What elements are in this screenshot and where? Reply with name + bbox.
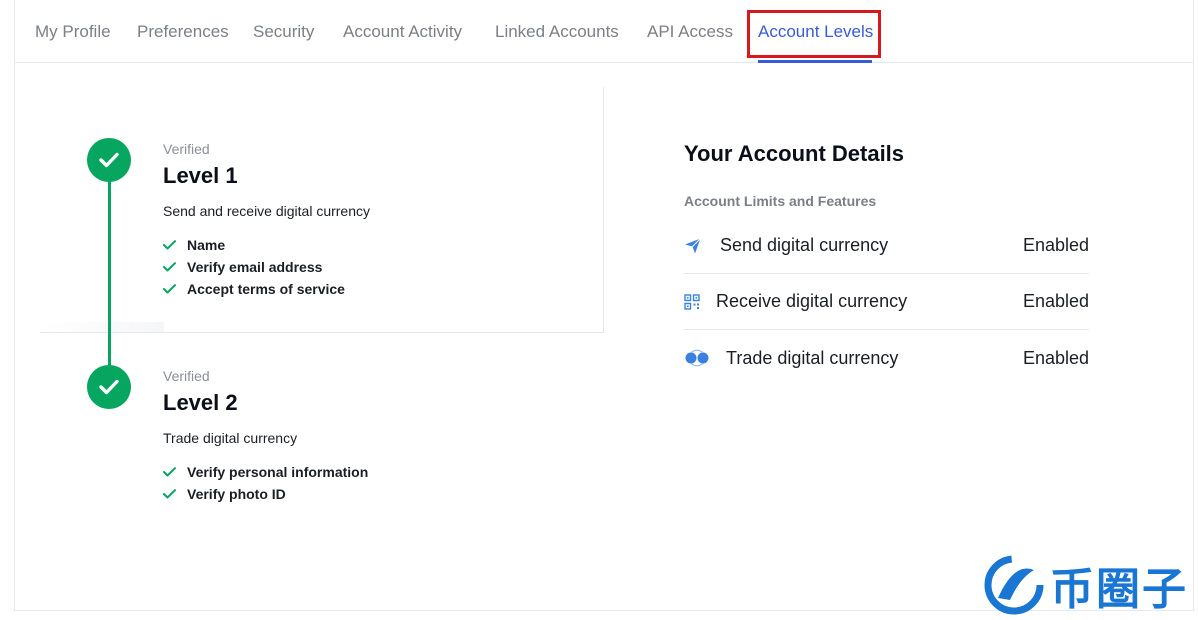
feature-row-trade: Trade digital currency Enabled [684,330,1089,386]
tab-account-levels[interactable]: Account Levels [758,22,873,42]
check-icon [163,262,177,272]
requirement-label: Verify email address [187,259,323,275]
check-icon [163,284,177,294]
level-2-status: Verified [163,368,210,384]
watermark-swirl-icon [984,555,1044,615]
tab-my-profile[interactable]: My Profile [35,22,111,42]
tab-security[interactable]: Security [253,22,314,42]
settings-tabs: My Profile Preferences Security Account … [14,0,1194,63]
level-2-description: Trade digital currency [163,430,298,446]
requirement-label: Name [187,237,226,253]
check-icon [163,489,177,499]
requirement-label: Verify personal information [187,464,369,480]
feature-label: Receive digital currency [716,291,908,311]
tab-preferences[interactable]: Preferences [137,22,229,42]
level-1-check-icon [87,138,131,182]
tab-api-access[interactable]: API Access [647,22,733,42]
level-1-status: Verified [163,141,210,157]
requirement-label: Accept terms of service [187,281,345,297]
level-2-check-icon [87,365,131,409]
requirement-label: Verify photo ID [187,486,286,502]
feature-label: Send digital currency [720,235,889,255]
level-1-requirements: Name Verify email address Accept terms o… [163,234,345,300]
active-tab-indicator [758,60,872,63]
requirement-item: Name [163,234,345,256]
account-details-title: Your Account Details [684,141,905,166]
level-1-description: Send and receive digital currency [163,203,371,219]
feature-row-send: Send digital currency Enabled [684,218,1089,274]
level-1-title: Level 1 [163,163,238,188]
check-icon [163,240,177,250]
account-limits-subtitle: Account Limits and Features [684,193,877,209]
feature-label: Trade digital currency [726,347,899,368]
requirement-item: Verify personal information [163,461,368,483]
requirement-item: Accept terms of service [163,278,345,300]
tab-linked-accounts[interactable]: Linked Accounts [495,22,619,42]
tab-account-activity[interactable]: Account Activity [343,22,462,42]
watermark-logo: 币圈子 [984,552,1198,618]
level-2-title: Level 2 [163,390,238,415]
paper-plane-icon [684,237,706,255]
feature-status: Enabled [1022,291,1089,311]
feature-row-receive: Receive digital currency Enabled [684,274,1089,330]
requirement-item: Verify photo ID [163,483,368,505]
requirement-item: Verify email address [163,256,345,278]
feature-status: Enabled [1022,347,1089,368]
watermark-text: 币圈子 [1050,565,1188,614]
card-divider [40,322,164,332]
trade-circles-icon [684,349,714,367]
check-icon [163,467,177,477]
level-2-requirements: Verify personal information Verify photo… [163,461,368,505]
feature-status: Enabled [1022,235,1089,255]
timeline-line [108,160,111,386]
qr-code-icon [684,293,706,310]
